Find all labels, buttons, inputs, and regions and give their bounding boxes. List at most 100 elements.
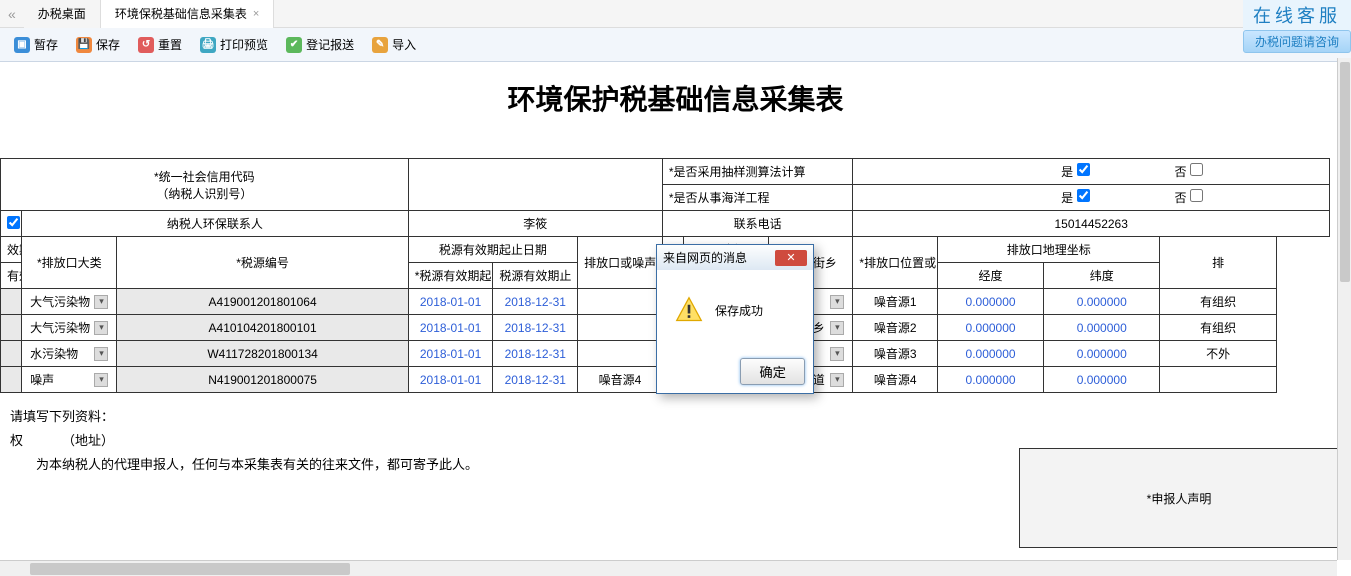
col-valid-range: 税源有效期起止日期 — [408, 237, 577, 263]
cell-last[interactable]: 有组织 — [1160, 289, 1276, 315]
tabs-bar: « 办税桌面 环境保税基础信息采集表 × — [0, 0, 1351, 28]
online-service-sub: 办税问题请咨询 — [1243, 30, 1351, 53]
reset-label: 重置 — [158, 36, 182, 53]
cell-loc[interactable]: 噪音源3 — [853, 341, 938, 367]
cell-period — [1, 341, 22, 367]
cell-lat[interactable]: 0.000000 — [1043, 367, 1159, 393]
register-button[interactable]: ✔登记报送 — [282, 34, 358, 55]
cell-period — [1, 315, 22, 341]
col-last: 排 — [1160, 237, 1276, 289]
cell-emit[interactable] — [578, 289, 663, 315]
cell-lng[interactable]: 0.000000 — [938, 341, 1044, 367]
cell-end[interactable]: 2018-12-31 — [493, 289, 578, 315]
cell-period — [1, 367, 22, 393]
close-icon[interactable]: ✕ — [775, 250, 807, 266]
dialog-title-bar: 来自网页的消息 ✕ — [657, 245, 813, 270]
chevron-down-icon[interactable]: ▾ — [94, 373, 108, 387]
save-button[interactable]: 💾保存 — [72, 34, 124, 55]
reset-icon: ↺ — [138, 37, 154, 53]
sampling-no-checkbox[interactable] — [1190, 163, 1203, 176]
register-label: 登记报送 — [306, 36, 354, 53]
cell-start[interactable]: 2018-01-01 — [408, 315, 493, 341]
online-service-title: 在线客服 — [1243, 0, 1351, 30]
print-label: 打印预览 — [220, 36, 268, 53]
cell-lng[interactable]: 0.000000 — [938, 315, 1044, 341]
warning-icon — [675, 296, 703, 324]
cell-lat[interactable]: 0.000000 — [1043, 289, 1159, 315]
cell-end[interactable]: 2018-12-31 — [493, 315, 578, 341]
yes-label-2: 是 — [1061, 191, 1073, 205]
col-lat: 纬度 — [1043, 263, 1159, 289]
chevron-down-icon[interactable]: ▾ — [830, 295, 844, 309]
scrollbar-thumb[interactable] — [1340, 62, 1350, 282]
no-label: 否 — [1175, 165, 1187, 179]
online-service-widget[interactable]: 在线客服 办税问题请咨询 — [1243, 0, 1351, 53]
sampling-yes-checkbox[interactable] — [1077, 163, 1090, 176]
reset-button[interactable]: ↺重置 — [134, 34, 186, 55]
tab-label: 办税桌面 — [38, 0, 86, 28]
cell-start[interactable]: 2018-01-01 — [408, 341, 493, 367]
cell-start[interactable]: 2018-01-01 — [408, 289, 493, 315]
row-checkbox[interactable] — [7, 216, 20, 229]
cell-emit[interactable]: 噪音源4 — [578, 367, 663, 393]
chevron-down-icon[interactable]: ▾ — [830, 347, 844, 361]
tab-label: 环境保税基础信息采集表 — [115, 0, 247, 28]
env-contact-label: 纳税人环保联系人 — [22, 211, 409, 237]
tab-env-form[interactable]: 环境保税基础信息采集表 × — [101, 0, 274, 28]
cell-category[interactable]: 噪声▾ — [22, 367, 117, 393]
ocean-yes-checkbox[interactable] — [1077, 189, 1090, 202]
chevron-down-icon[interactable]: ▾ — [830, 321, 844, 335]
cell-end[interactable]: 2018-12-31 — [493, 367, 578, 393]
col-period-end: 有效期止 — [1, 263, 22, 289]
cell-lat[interactable]: 0.000000 — [1043, 341, 1159, 367]
vertical-scrollbar[interactable] — [1337, 58, 1351, 560]
save-icon: 💾 — [76, 37, 92, 53]
sampling-label: *是否采用抽样测算法计算 — [662, 159, 853, 185]
col-emit-no: 排放口或噪声源编号 — [578, 237, 663, 289]
chevron-down-icon[interactable]: ▾ — [94, 295, 108, 309]
print-preview-button[interactable]: 🖨打印预览 — [196, 34, 272, 55]
ok-button[interactable]: 确定 — [740, 358, 805, 385]
cell-emit[interactable] — [578, 341, 663, 367]
cell-code: A410104201800101 — [117, 315, 408, 341]
import-icon: ✎ — [372, 37, 388, 53]
cell-category[interactable]: 水污染物▾ — [22, 341, 117, 367]
ocean-no-checkbox[interactable] — [1190, 189, 1203, 202]
cell-end[interactable]: 2018-12-31 — [493, 341, 578, 367]
credit-code-value[interactable] — [408, 159, 662, 211]
tabs-collapse-icon[interactable]: « — [0, 6, 24, 22]
yes-label: 是 — [1061, 165, 1073, 179]
cell-last[interactable] — [1160, 367, 1276, 393]
print-icon: 🖨 — [200, 37, 216, 53]
check-icon: ✔ — [286, 37, 302, 53]
cell-category[interactable]: 大气污染物▾ — [22, 289, 117, 315]
pause-icon: ▣ — [14, 37, 30, 53]
phone-value[interactable]: 15014452263 — [853, 211, 1330, 237]
env-contact-value[interactable]: 李筱 — [408, 211, 662, 237]
pause-button[interactable]: ▣暂存 — [10, 34, 62, 55]
cell-emit[interactable] — [578, 315, 663, 341]
cell-loc[interactable]: 噪音源1 — [853, 289, 938, 315]
cell-lng[interactable]: 0.000000 — [938, 367, 1044, 393]
tab-desktop[interactable]: 办税桌面 — [24, 0, 101, 28]
page-title: 环境保护税基础信息采集表 — [0, 62, 1351, 158]
cell-loc[interactable]: 噪音源4 — [853, 367, 938, 393]
message-dialog: 来自网页的消息 ✕ 保存成功 确定 — [656, 244, 814, 394]
pause-label: 暂存 — [34, 36, 58, 53]
cell-loc[interactable]: 噪音源2 — [853, 315, 938, 341]
chevron-down-icon[interactable]: ▾ — [94, 347, 108, 361]
cell-start[interactable]: 2018-01-01 — [408, 367, 493, 393]
cell-lat[interactable]: 0.000000 — [1043, 315, 1159, 341]
phone-label: 联系电话 — [662, 211, 853, 237]
chevron-down-icon[interactable]: ▾ — [830, 373, 844, 387]
cell-last[interactable]: 有组织 — [1160, 315, 1276, 341]
cell-last[interactable]: 不外 — [1160, 341, 1276, 367]
cell-lng[interactable]: 0.000000 — [938, 289, 1044, 315]
import-button[interactable]: ✎导入 — [368, 34, 420, 55]
horizontal-scrollbar[interactable] — [0, 560, 1337, 576]
chevron-down-icon[interactable]: ▾ — [94, 321, 108, 335]
col-valid-end: 税源有效期止 — [493, 263, 578, 289]
cell-category[interactable]: 大气污染物▾ — [22, 315, 117, 341]
close-icon[interactable]: × — [253, 0, 259, 28]
scrollbar-thumb[interactable] — [30, 563, 350, 575]
